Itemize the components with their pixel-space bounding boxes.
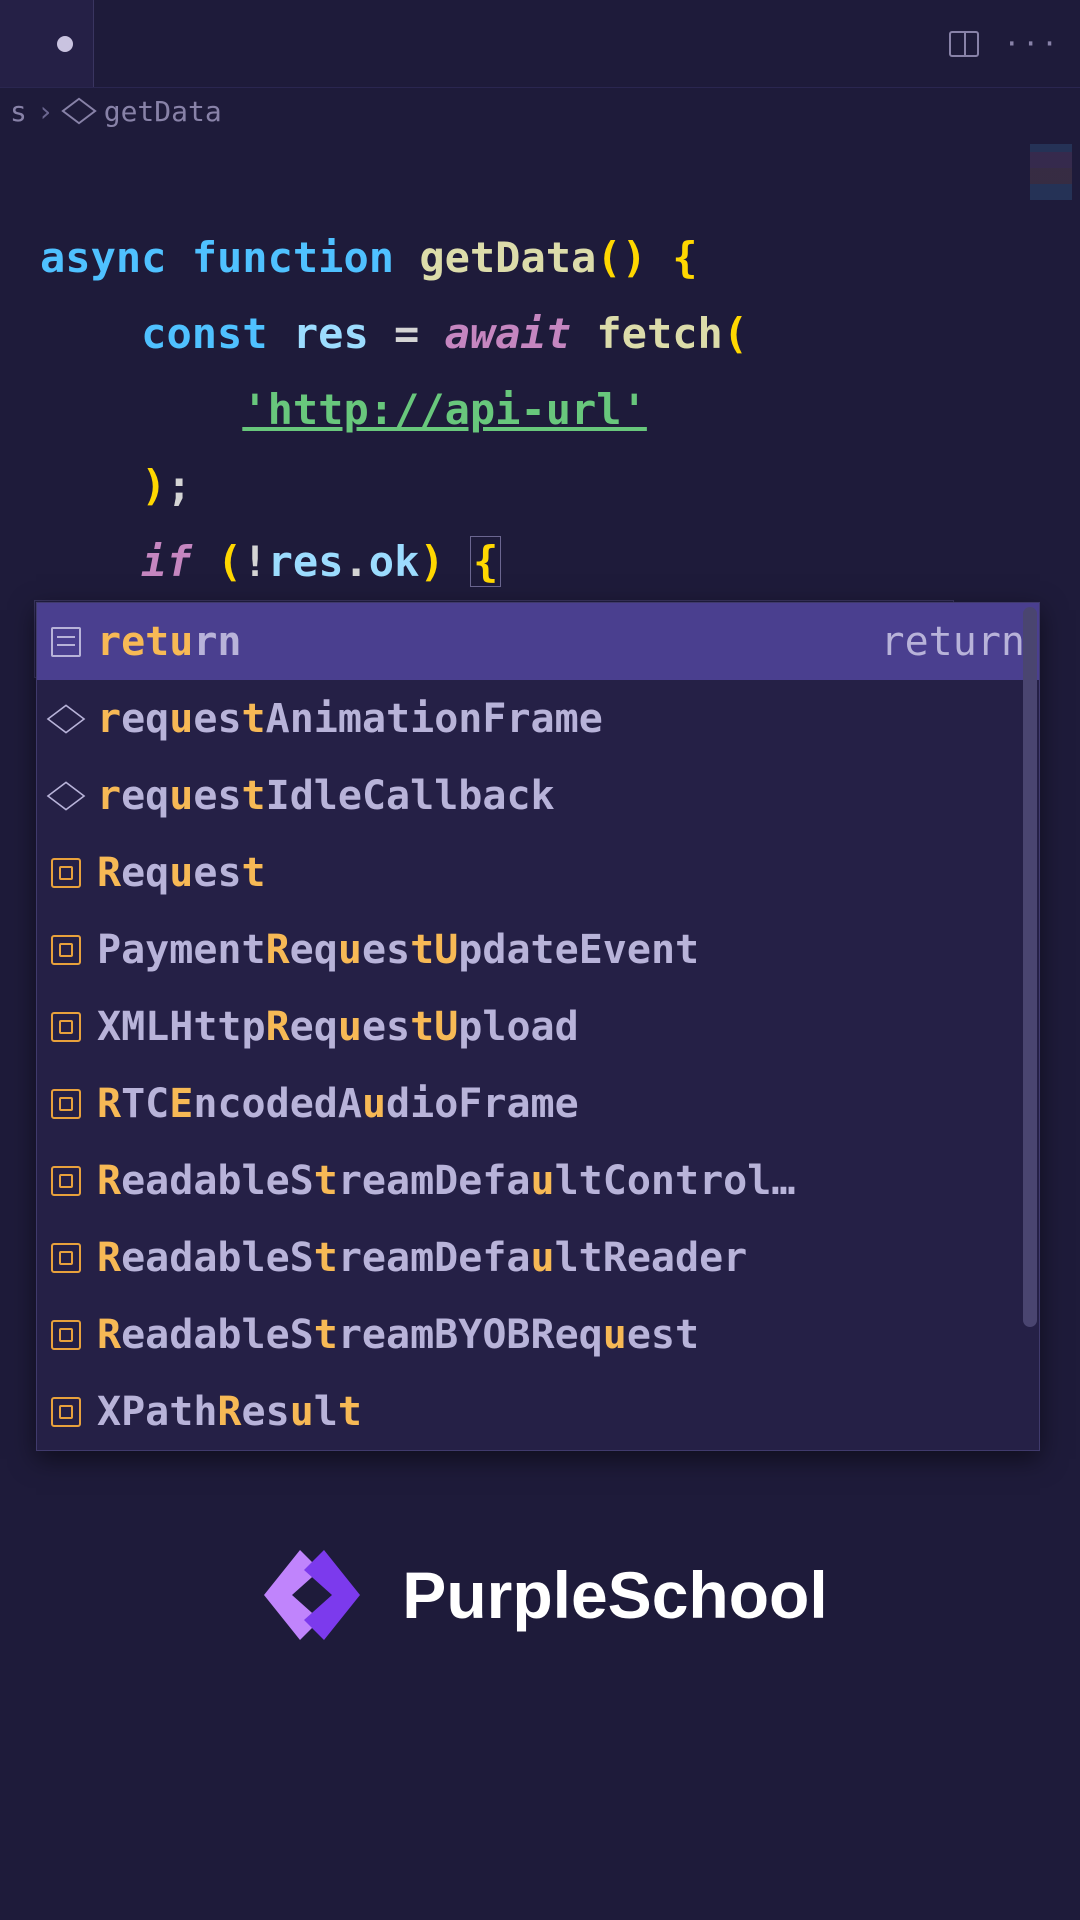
autocomplete-item[interactable]: PaymentRequestUpdateEvent — [37, 911, 1039, 988]
autocomplete-item[interactable]: requestAnimationFrame — [37, 680, 1039, 757]
class-icon — [51, 1320, 81, 1350]
scrollbar-thumb[interactable] — [1023, 607, 1037, 1327]
autocomplete-label: ReadableStreamBYOBRequest — [97, 1312, 1025, 1358]
autocomplete-label: ReadableStreamDefaultControl… — [97, 1158, 1025, 1204]
keyword-icon — [51, 627, 81, 657]
autocomplete-item[interactable]: ReadableStreamBYOBRequest — [37, 1296, 1039, 1373]
brace-highlight: { — [470, 536, 501, 587]
unsaved-indicator-icon — [57, 36, 73, 52]
active-tab[interactable] — [0, 0, 94, 87]
keyword-const: const — [141, 309, 267, 358]
keyword-if: if — [141, 537, 192, 586]
autocomplete-label: Request — [97, 850, 1025, 896]
keyword-await: await — [445, 309, 571, 358]
breadcrumb[interactable]: s › getData — [0, 88, 1080, 134]
autocomplete-label: ReadableStreamDefaultReader — [97, 1235, 1025, 1281]
autocomplete-label: RTCEncodedAudioFrame — [97, 1081, 1025, 1127]
autocomplete-popup: return return requestAnimationFrame request… — [36, 602, 1040, 1451]
autocomplete-item[interactable]: XMLHttpRequestUpload — [37, 988, 1039, 1065]
class-icon — [51, 1243, 81, 1273]
module-icon — [47, 704, 86, 733]
autocomplete-label: return — [97, 619, 865, 665]
function-fetch: fetch — [596, 309, 722, 358]
class-icon — [51, 858, 81, 888]
symbol-method-icon — [61, 98, 96, 125]
more-actions-icon[interactable]: ··· — [1003, 27, 1060, 60]
autocomplete-item[interactable]: ReadableStreamDefaultReader — [37, 1219, 1039, 1296]
variable-res: res — [293, 309, 369, 358]
class-icon — [51, 1089, 81, 1119]
autocomplete-item[interactable]: requestIdleCallback — [37, 757, 1039, 834]
autocomplete-label: XPathResult — [97, 1389, 1025, 1435]
keyword-function: function — [192, 233, 394, 282]
autocomplete-detail: return — [881, 619, 1026, 665]
autocomplete-label: PaymentRequestUpdateEvent — [97, 927, 1025, 973]
class-icon — [51, 935, 81, 965]
split-editor-icon[interactable] — [949, 31, 979, 57]
autocomplete-label: XMLHttpRequestUpload — [97, 1004, 1025, 1050]
function-name: getData — [419, 233, 596, 282]
editor-tab-bar: ··· — [0, 0, 1080, 88]
brand-footer: PurpleSchool — [0, 1540, 1080, 1650]
autocomplete-label: requestAnimationFrame — [97, 696, 1025, 742]
autocomplete-item[interactable]: RTCEncodedAudioFrame — [37, 1065, 1039, 1142]
autocomplete-item[interactable]: ReadableStreamDefaultControl… — [37, 1142, 1039, 1219]
autocomplete-label: requestIdleCallback — [97, 773, 1025, 819]
class-icon — [51, 1397, 81, 1427]
autocomplete-item[interactable]: Request — [37, 834, 1039, 911]
breadcrumb-symbol: getData — [104, 95, 222, 128]
autocomplete-item[interactable]: return return — [37, 603, 1039, 680]
property-ok: ok — [369, 537, 420, 586]
brand-logo-icon — [252, 1540, 372, 1650]
autocomplete-item[interactable]: XPathResult — [37, 1373, 1039, 1450]
keyword-async: async — [40, 233, 166, 282]
breadcrumb-prefix: s — [10, 95, 27, 128]
module-icon — [47, 781, 86, 810]
chevron-right-icon: › — [37, 95, 54, 128]
code-editor[interactable]: async function getData() { const res = a… — [0, 134, 1080, 678]
string-url: 'http://api-url' — [242, 385, 647, 434]
class-icon — [51, 1166, 81, 1196]
class-icon — [51, 1012, 81, 1042]
brand-name: PurpleSchool — [402, 1557, 827, 1633]
